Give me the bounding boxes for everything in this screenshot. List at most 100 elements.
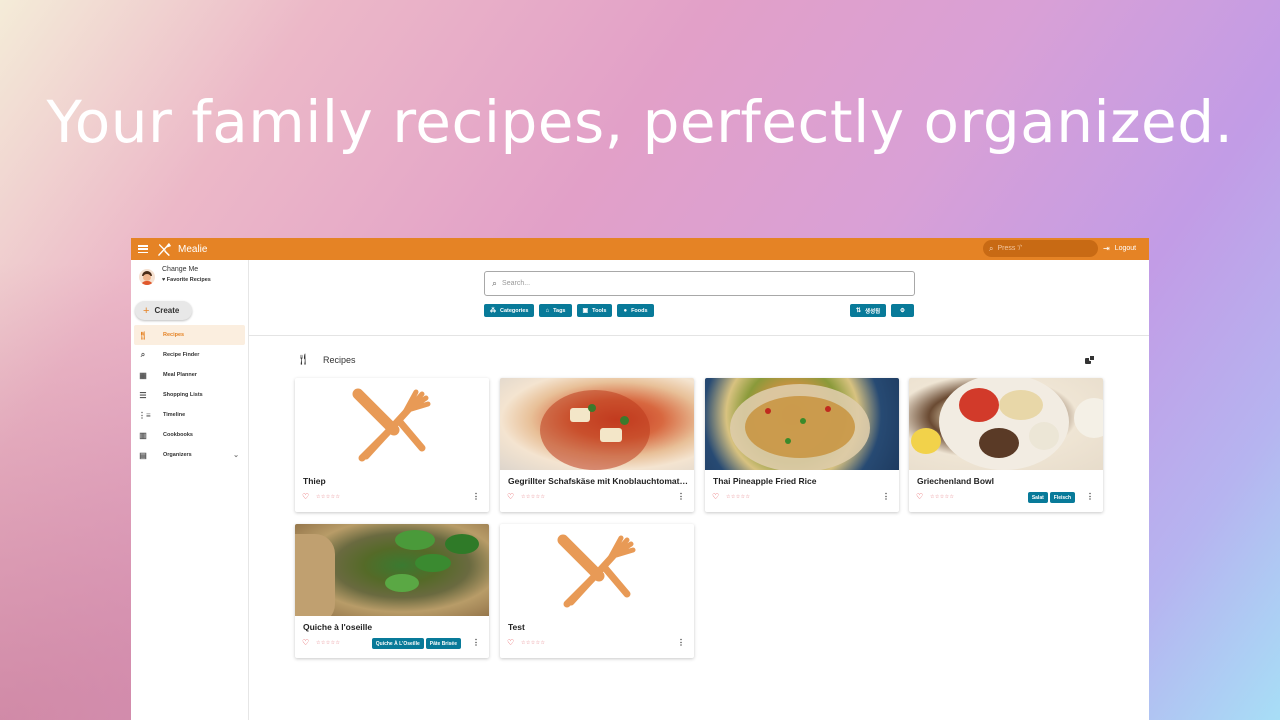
hero-headline: Your family recipes, perfectly organized… (46, 88, 1234, 156)
gear-icon: ⚙ (900, 307, 905, 314)
recipes-section-header: 🍴︎ Recipes (296, 353, 355, 366)
recipe-placeholder-image (295, 378, 489, 470)
recipe-search-placeholder: Search... (502, 280, 531, 287)
heart-icon[interactable]: ♡ (916, 492, 923, 501)
recipe-tags: Salat Fleisch (1027, 492, 1075, 503)
recipe-name: Thiep (303, 476, 326, 486)
heart-icon[interactable]: ♡ (712, 492, 719, 501)
recipe-card[interactable]: Thai Pineapple Fried Rice ♡ ☆☆☆☆☆ ⋮ (705, 378, 899, 512)
sidebar-item-shopping-lists[interactable]: ☰ Shopping Lists (134, 385, 245, 405)
sidebar-item-recipe-finder[interactable]: ⌕ Recipe Finder (134, 345, 245, 365)
avatar (139, 269, 155, 285)
search-icon: ⌕ (989, 243, 994, 253)
logout-icon: ⇥ (1103, 244, 1110, 253)
filter-label: Tools (592, 307, 607, 314)
user-profile[interactable]: Change Me ♥ Favorite Recipes (139, 266, 211, 285)
filter-label: Categories (500, 307, 529, 314)
main-content: ⌕ Search... ⁂ Categories ⌂ Tags ▣ Tools … (249, 260, 1149, 720)
search-settings-button[interactable]: ⚙ (891, 304, 914, 317)
rating-stars[interactable]: ☆☆☆☆☆ (521, 640, 545, 646)
recipe-card[interactable]: Griechenland Bowl ♡ ☆☆☆☆☆ Salat Fleisch … (909, 378, 1103, 512)
sidebar-item-label: Timeline (163, 412, 186, 418)
heart-icon[interactable]: ♡ (302, 638, 309, 647)
heart-icon[interactable]: ♡ (507, 638, 514, 647)
recipe-tag[interactable]: Pâte Brisée (425, 638, 461, 649)
tools-icon: ▣ (582, 308, 589, 314)
random-recipe-dice-icon[interactable] (1085, 355, 1095, 365)
filter-foods-button[interactable]: ● Foods (617, 304, 654, 317)
search-toolbar: ⌕ Search... ⁂ Categories ⌂ Tags ▣ Tools … (249, 260, 1149, 336)
recipe-photo (909, 378, 1103, 470)
sidebar-item-timeline[interactable]: ⋮≡ Timeline (134, 405, 245, 425)
more-options-icon[interactable]: ⋮ (1086, 492, 1094, 501)
hamburger-menu-icon[interactable] (138, 245, 148, 253)
more-options-icon[interactable]: ⋮ (677, 492, 685, 501)
recipe-name: Gegrillter Schafskäse mit Knoblauchtomat… (508, 476, 688, 486)
tag-icon: ⌂ (545, 307, 550, 314)
more-options-icon[interactable]: ⋮ (882, 492, 890, 501)
filter-tags-button[interactable]: ⌂ Tags (539, 304, 572, 317)
categories-icon: ⁂ (490, 308, 496, 314)
rating-stars[interactable]: ☆☆☆☆☆ (726, 494, 750, 500)
recipe-photo (500, 378, 694, 470)
recipe-name: Quiche à l'oseille (303, 622, 373, 632)
search-icon: ⌕ (140, 350, 146, 359)
recipe-card[interactable]: Thiep ♡ ☆☆☆☆☆ ⋮ (295, 378, 489, 512)
section-title: Recipes (322, 354, 356, 365)
calendar-icon: ▦ (139, 370, 147, 380)
recipe-name: Thai Pineapple Fried Rice (713, 476, 817, 486)
create-button[interactable]: + Create (135, 301, 192, 320)
recipe-tags: Quiche À L'Oseille Pâte Brisée (371, 638, 461, 649)
sidebar-item-label: Recipes (163, 332, 185, 338)
recipe-search-input[interactable]: ⌕ Search... (484, 271, 915, 296)
sidebar-item-label: Shopping Lists (163, 392, 203, 398)
more-options-icon[interactable]: ⋮ (677, 638, 685, 647)
filter-label: Foods (631, 307, 648, 314)
global-search-input[interactable]: ⌕ Press '/' (983, 240, 1098, 257)
recipe-tag[interactable]: Fleisch (1049, 492, 1075, 503)
fork-knife-icon (557, 534, 636, 608)
foods-icon: ● (623, 307, 628, 314)
more-options-icon[interactable]: ⋮ (472, 638, 480, 647)
recipe-card[interactable]: Quiche à l'oseille ♡ ☆☆☆☆☆ Quiche À L'Os… (295, 524, 489, 658)
filter-categories-button[interactable]: ⁂ Categories (484, 304, 535, 317)
logout-button[interactable]: ⇥ Logout (1103, 244, 1136, 253)
sidebar-item-label: Organizers (163, 452, 192, 458)
checklist-icon: ☰ (139, 390, 147, 400)
chevron-down-icon: ⌄ (233, 452, 239, 459)
sidebar-item-label: Meal Planner (163, 372, 197, 378)
rating-stars[interactable]: ☆☆☆☆☆ (316, 494, 340, 500)
organizer-icon: ▤ (139, 450, 147, 460)
sidebar-item-recipes[interactable]: 🍴︎ Recipes (134, 325, 245, 345)
sidebar-item-organizers[interactable]: ▤ Organizers ⌄ (134, 445, 245, 465)
logout-label: Logout (1114, 245, 1137, 252)
app-bar: Mealie ⌕ Press '/' ⇥ Logout (131, 238, 1149, 260)
favorite-recipes-link[interactable]: ♥ Favorite Recipes (162, 277, 211, 283)
more-options-icon[interactable]: ⋮ (472, 492, 480, 501)
plus-icon: + (143, 304, 150, 317)
recipe-photo (705, 378, 899, 470)
global-search-placeholder: Press '/' (997, 245, 1022, 252)
filter-tools-button[interactable]: ▣ Tools (576, 304, 613, 317)
sidebar: Change Me ♥ Favorite Recipes + Create 🍴︎… (131, 260, 249, 720)
recipe-name: Test (508, 622, 525, 632)
heart-icon[interactable]: ♡ (507, 492, 514, 501)
rating-stars[interactable]: ☆☆☆☆☆ (521, 494, 545, 500)
sidebar-item-label: Recipe Finder (163, 352, 200, 358)
recipe-card[interactable]: Gegrillter Schafskäse mit Knoblauchtomat… (500, 378, 694, 512)
sidebar-item-cookbooks[interactable]: ▥ Cookbooks (134, 425, 245, 445)
recipe-tag[interactable]: Salat (1027, 492, 1048, 503)
heart-icon[interactable]: ♡ (302, 492, 309, 501)
recipe-card[interactable]: Test ♡ ☆☆☆☆☆ ⋮ (500, 524, 694, 658)
sidebar-item-meal-planner[interactable]: ▦ Meal Planner (134, 365, 245, 385)
rating-stars[interactable]: ☆☆☆☆☆ (930, 494, 954, 500)
recipe-photo (295, 524, 489, 616)
fork-knife-icon: 🍴︎ (296, 354, 310, 366)
fork-knife-icon (352, 388, 431, 462)
rating-stars[interactable]: ☆☆☆☆☆ (316, 640, 340, 646)
mealie-logo-icon (158, 242, 171, 256)
sort-button[interactable]: ⇅ 생성됨 (850, 304, 887, 317)
book-icon: ▥ (139, 430, 147, 440)
recipe-tag[interactable]: Quiche À L'Oseille (371, 638, 424, 649)
sort-icon: ⇅ (856, 308, 862, 314)
